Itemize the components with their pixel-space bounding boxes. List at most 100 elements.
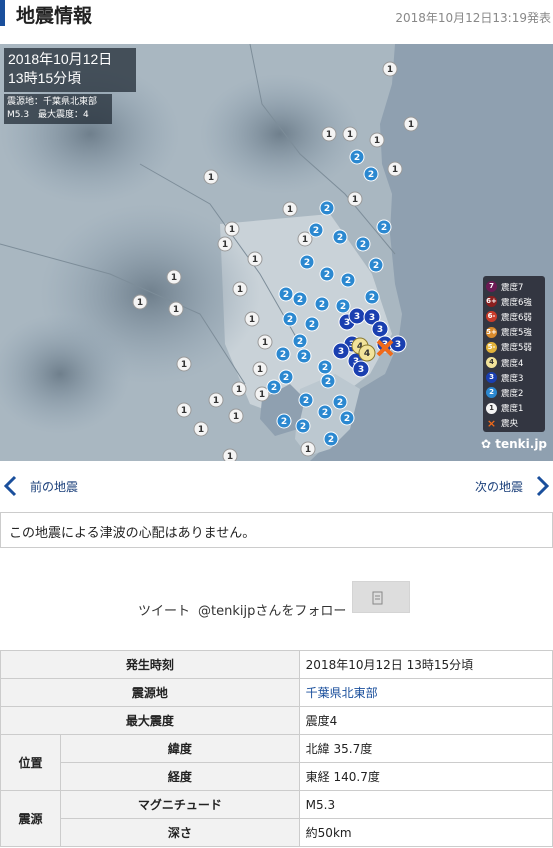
svg-text:1: 1 — [208, 173, 214, 183]
legend-dot: 6- — [486, 311, 497, 323]
svg-text:2: 2 — [328, 435, 334, 445]
longitude-value: 東経 140.7度 — [298, 762, 553, 791]
svg-text:1: 1 — [249, 315, 255, 325]
svg-text:1: 1 — [236, 385, 242, 395]
legend-row: 3 震度3 — [486, 370, 542, 385]
svg-text:2: 2 — [319, 300, 325, 310]
map-datetime-box: 2018年10月12日 13時15分頃 — [4, 48, 136, 92]
svg-text:2: 2 — [313, 226, 319, 236]
published-timestamp: 2018年10月12日13:19発表 — [395, 11, 551, 25]
svg-text:3: 3 — [369, 313, 375, 323]
map-info-box: 震源地：千葉県北東部 M5.3 最大震度：4 — [4, 94, 112, 124]
legend-label: 震度3 — [501, 373, 524, 384]
svg-text:2: 2 — [271, 383, 277, 393]
svg-text:2: 2 — [309, 320, 315, 330]
svg-text:1: 1 — [305, 445, 311, 455]
follow-link[interactable]: @tenkijpさんをフォロー — [198, 600, 346, 619]
epicenter-cell: 千葉県北東部 — [298, 678, 553, 707]
epicenter-header: 震源地 — [0, 678, 300, 707]
legend-dot: 4 — [486, 357, 497, 369]
svg-text:1: 1 — [352, 195, 358, 205]
svg-text:2: 2 — [368, 170, 374, 180]
table-row: 震源地 千葉県北東部 — [0, 678, 553, 707]
svg-text:1: 1 — [262, 338, 268, 348]
svg-text:1: 1 — [222, 240, 228, 250]
source-header: 震源 — [0, 790, 61, 847]
intensity-3-markers: 3 3 3 3 3 3 3 3 3 3 — [332, 307, 407, 378]
svg-text:2: 2 — [300, 422, 306, 432]
svg-text:2: 2 — [344, 414, 350, 424]
svg-text:2: 2 — [337, 233, 343, 243]
table-row: 震源 マグニチュード M5.3 — [0, 790, 553, 847]
intensity-legend: 7 震度7 6+ 震度6強 6- 震度6弱 5+ 震度5強 5- 震度5弱 4 … — [483, 276, 545, 432]
svg-text:2: 2 — [354, 153, 360, 163]
svg-text:1: 1 — [259, 390, 265, 400]
legend-dot: × — [486, 416, 497, 430]
share-image-button[interactable] — [352, 581, 410, 613]
svg-text:1: 1 — [326, 130, 332, 140]
tweet-link[interactable]: ツイート — [138, 600, 190, 619]
svg-text:2: 2 — [297, 337, 303, 347]
depth-header: 深さ — [60, 818, 300, 847]
svg-text:2: 2 — [324, 270, 330, 280]
legend-dot: 7 — [486, 281, 497, 293]
legend-row: 4 震度4 — [486, 355, 542, 370]
svg-text:4: 4 — [364, 349, 370, 359]
svg-text:3: 3 — [358, 365, 364, 375]
svg-text:1: 1 — [387, 65, 393, 75]
svg-text:2: 2 — [287, 315, 293, 325]
next-earthquake-link[interactable]: 次の地震 — [475, 473, 553, 499]
legend-label: 震度6強 — [501, 297, 532, 308]
legend-label: 震度5弱 — [501, 343, 532, 354]
table-row: 深さ 約50km — [1, 818, 553, 847]
svg-text:2: 2 — [303, 396, 309, 406]
svg-text:1: 1 — [408, 120, 414, 130]
legend-row: 1 震度1 — [486, 401, 542, 416]
legend-label: 震度5強 — [501, 328, 532, 339]
magnitude-value: M5.3 — [298, 790, 553, 819]
table-row: 最大震度 震度4 — [0, 706, 553, 735]
share-bar: ツイート @tenkijpさんをフォロー — [0, 580, 553, 620]
svg-text:2: 2 — [360, 240, 366, 250]
legend-label: 震度4 — [501, 358, 524, 369]
latitude-value: 北緯 35.7度 — [298, 734, 553, 763]
longitude-header: 経度 — [60, 762, 300, 791]
title-accent-bar — [0, 0, 5, 26]
svg-text:2: 2 — [322, 363, 328, 373]
legend-dot: 6+ — [486, 296, 497, 308]
map-date: 2018年10月12日 — [8, 51, 113, 67]
map-time: 13時15分頃 — [8, 70, 82, 86]
svg-text:2: 2 — [281, 417, 287, 427]
svg-text:1: 1 — [252, 255, 258, 265]
svg-text:1: 1 — [287, 205, 293, 215]
svg-text:3: 3 — [354, 312, 360, 322]
legend-dot: 2 — [486, 387, 497, 399]
svg-text:2: 2 — [324, 204, 330, 214]
legend-row: 2 震度2 — [486, 385, 542, 400]
legend-dot: 3 — [486, 372, 497, 384]
legend-row: 5+ 震度5強 — [486, 325, 542, 340]
position-header: 位置 — [0, 734, 61, 791]
map-max-intensity-label: 最大震度：4 — [37, 110, 89, 120]
next-earthquake-label: 次の地震 — [474, 479, 523, 494]
legend-label: 震度6弱 — [501, 312, 532, 323]
legend-row: 6+ 震度6強 — [486, 294, 542, 309]
svg-text:2: 2 — [340, 302, 346, 312]
svg-text:2: 2 — [381, 223, 387, 233]
prev-earthquake-link[interactable]: 前の地震 — [0, 473, 78, 499]
svg-text:1: 1 — [374, 136, 380, 146]
svg-text:3: 3 — [395, 340, 401, 350]
svg-text:2: 2 — [337, 398, 343, 408]
magnitude-header: マグニチュード — [60, 790, 300, 819]
svg-text:1: 1 — [181, 360, 187, 370]
map-epicenter-label: 震源地：千葉県北東部 — [7, 97, 98, 107]
svg-text:2: 2 — [280, 350, 286, 360]
svg-text:2: 2 — [322, 408, 328, 418]
occurrence-header: 発生時刻 — [0, 650, 300, 679]
svg-text:2: 2 — [304, 258, 310, 268]
svg-text:2: 2 — [297, 295, 303, 305]
svg-text:1: 1 — [171, 273, 177, 283]
epicenter-link[interactable]: 千葉県北東部 — [306, 686, 378, 700]
svg-text:1: 1 — [302, 235, 308, 245]
earthquake-intensity-map: 1 1 1 1 1 1 1 1 1 1 1 1 1 1 1 1 1 1 1 1 — [0, 44, 553, 461]
